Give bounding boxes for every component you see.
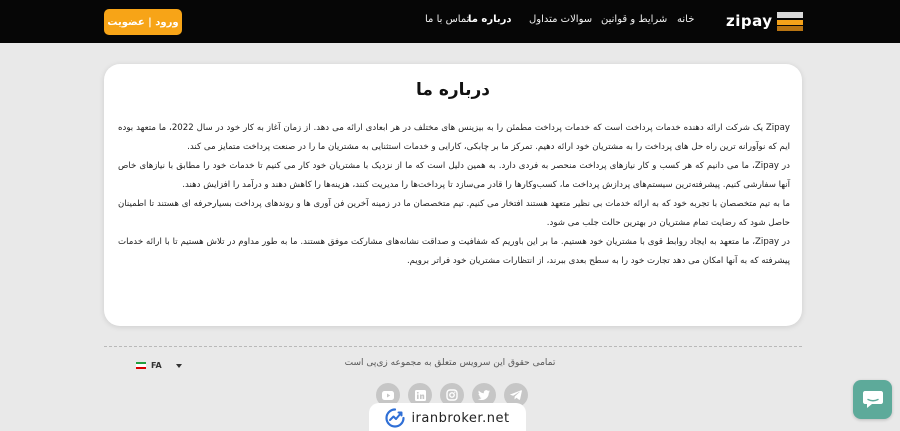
- watermark-text: iranbroker.net: [411, 410, 510, 426]
- copyright-text: تمامی حقوق این سرویس متعلق به مجموعه زی‌…: [344, 358, 556, 368]
- nav-item-about[interactable]: درباره ما: [468, 14, 512, 25]
- iran-flag-icon: [136, 362, 146, 369]
- watermark: iranbroker.net: [369, 403, 526, 431]
- about-paragraph-2: در Zipay، ما می دانیم که هر کسب و کار نی…: [118, 161, 790, 190]
- nav-item-faq[interactable]: سوالات متداول: [529, 14, 592, 25]
- iranbroker-logo-icon: [385, 408, 406, 428]
- language-selector[interactable]: FA: [136, 361, 182, 370]
- chat-bubble-icon: [862, 390, 883, 408]
- login-signup-button[interactable]: ورود | عضویت: [104, 9, 182, 35]
- page-title: درباره ما: [416, 80, 490, 100]
- top-navbar: zipay خانه شرایط و قوانین سوالات متداول …: [0, 0, 900, 43]
- language-label: FA: [151, 361, 162, 370]
- footer-divider: [104, 346, 802, 347]
- nav-item-home[interactable]: خانه: [677, 14, 694, 25]
- about-card: درباره ما Zipay یک شرکت ارائه دهنده خدما…: [104, 64, 802, 326]
- about-paragraph-4: در Zipay، ما متعهد به ایجاد روابط قوی با…: [118, 237, 790, 266]
- about-text: Zipay یک شرکت ارائه دهنده خدمات پرداخت ا…: [118, 119, 790, 271]
- about-paragraph-1: Zipay یک شرکت ارائه دهنده خدمات پرداخت ا…: [118, 123, 790, 152]
- chat-button[interactable]: [853, 380, 892, 419]
- logo-mark-icon: [776, 10, 803, 32]
- nav-item-terms[interactable]: شرایط و قوانین: [601, 14, 667, 25]
- zipay-logo[interactable]: zipay: [726, 8, 803, 34]
- about-paragraph-3: ما به تیم متخصصان با تجربه خود که به ارا…: [118, 199, 790, 228]
- logo-text: zipay: [726, 12, 773, 30]
- chevron-down-icon: [175, 363, 182, 368]
- nav-item-contact[interactable]: تماس با ما: [425, 14, 469, 25]
